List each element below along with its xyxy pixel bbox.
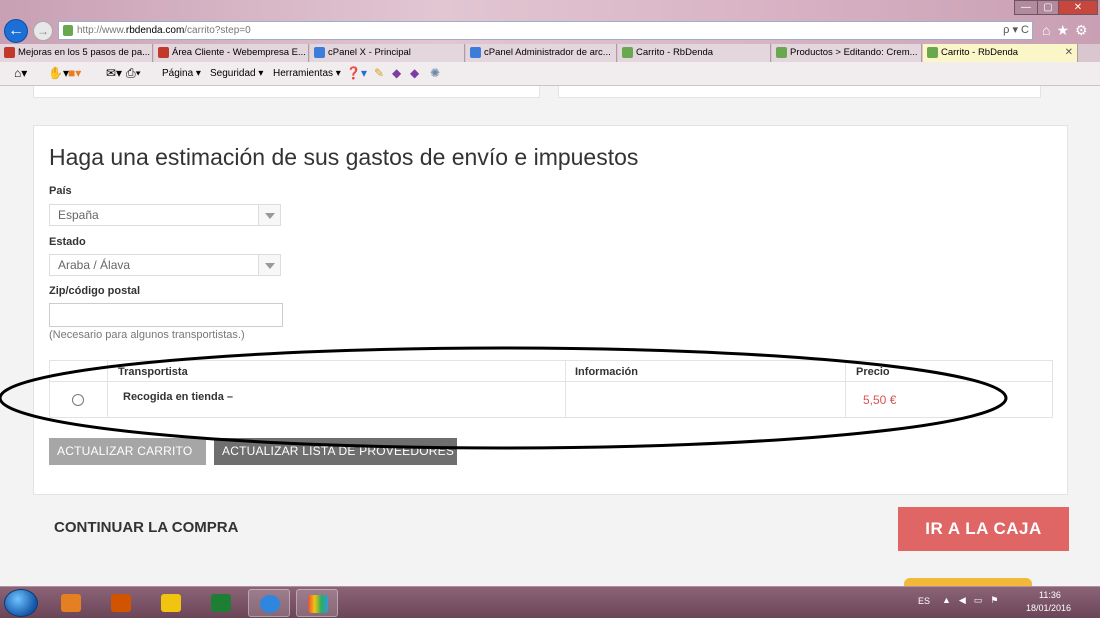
paint-icon — [308, 595, 328, 613]
tab-label: Carrito - RbDenda — [941, 47, 1019, 58]
header-carrier: Transportista — [118, 366, 188, 378]
app-icon — [111, 594, 131, 612]
taskbar-explorer[interactable] — [150, 589, 192, 617]
hand-icon[interactable]: ✋▾ — [48, 66, 69, 80]
start-button[interactable] — [4, 589, 38, 617]
ie-page-icon — [314, 47, 325, 58]
previous-section-box — [558, 86, 1041, 98]
webempresa-icon — [4, 47, 15, 58]
tab-label: Mejoras en los 5 pasos de pa... — [18, 47, 151, 58]
country-select[interactable]: España — [49, 204, 281, 226]
addon-icon[interactable]: ◆ — [392, 66, 401, 80]
carrier-name: Recogida en tienda – — [123, 391, 234, 403]
taskbar-app[interactable] — [100, 589, 142, 617]
carrier-price: 5,50 € — [863, 393, 897, 407]
continue-shopping-link[interactable]: CONTINUAR LA COMPRA — [54, 519, 238, 536]
url-prefix: http://www. — [77, 25, 126, 36]
update-carriers-button[interactable]: ACTUALIZAR LISTA DE PROVEEDORES — [214, 438, 457, 465]
tab-label: Carrito - RbDenda — [636, 47, 714, 58]
language-indicator[interactable]: ES — [918, 596, 930, 606]
tab-6[interactable]: Productos > Editando: Crem... — [772, 44, 922, 62]
taskbar-paint[interactable] — [296, 589, 338, 617]
chevron-down-icon — [258, 205, 280, 225]
state-select[interactable]: Araba / Álava — [49, 254, 281, 276]
taskbar-excel[interactable] — [200, 589, 242, 617]
minimize-button[interactable]: — — [1014, 0, 1038, 15]
rbdenda-icon — [927, 47, 938, 58]
rss-feed-icon[interactable]: ■▾ — [68, 66, 81, 80]
checkout-button[interactable]: IR A LA CAJA — [898, 507, 1069, 551]
country-value: España — [58, 208, 99, 222]
search-refresh-icon[interactable]: ρ ▾ C — [1003, 22, 1029, 39]
country-label: País — [49, 185, 72, 197]
header-information: Información — [575, 366, 638, 378]
rbdenda-icon — [776, 47, 787, 58]
state-value: Araba / Álava — [58, 258, 131, 272]
gear-addon-icon[interactable]: ✺ — [430, 66, 440, 80]
zip-label: Zip/código postal — [49, 285, 141, 297]
url-path: /carrito?step=0 — [184, 25, 251, 36]
windows-taskbar: ES ▲◀▭⚑ 11:36 18/01/2016 — [0, 586, 1100, 618]
menu-security[interactable]: Seguridad ▾ — [210, 68, 263, 79]
browser-titlebar: — ▢ ✕ ← → http://www.rbdenda.com/carrito… — [0, 0, 1100, 44]
tab-label: Productos > Editando: Crem... — [790, 47, 918, 58]
home-icon[interactable]: ⌂▾ — [14, 66, 27, 80]
excel-icon — [211, 594, 231, 612]
taskbar-media-player[interactable] — [50, 589, 92, 617]
mail-icon[interactable]: ✉▾ — [106, 66, 122, 80]
tab-label: Área Cliente - Webempresa E... — [172, 47, 306, 58]
clock-time: 11:36 — [1039, 590, 1061, 600]
clock-date: 18/01/2016 — [1026, 603, 1072, 613]
table-header-row: Transportista Información Precio — [50, 361, 1052, 382]
address-bar[interactable]: http://www.rbdenda.com/carrito?step=0 ρ … — [58, 21, 1033, 40]
url-host: rbdenda.com — [125, 25, 185, 36]
home-favorites-settings-icons[interactable]: ⌂★⚙ — [1042, 22, 1094, 39]
carrier-table: Transportista Información Precio Recogid… — [49, 360, 1053, 418]
panel-title: Haga una estimación de sus gastos de env… — [49, 144, 639, 170]
tab-label: cPanel Administrador de arc... — [484, 47, 611, 58]
tab-bar: Mejoras en los 5 pasos de pa... Área Cli… — [0, 44, 1100, 62]
extension-icon[interactable]: ✎ — [374, 66, 384, 80]
forward-button[interactable]: → — [33, 21, 53, 41]
maximize-button[interactable]: ▢ — [1037, 0, 1059, 15]
header-price: Precio — [856, 366, 890, 378]
menu-tools[interactable]: Herramientas ▾ — [273, 68, 341, 79]
carrier-radio[interactable] — [72, 394, 84, 406]
close-window-button[interactable]: ✕ — [1058, 0, 1098, 15]
tab-2[interactable]: Área Cliente - Webempresa E... — [154, 44, 309, 62]
print-icon[interactable]: ⎙▾ — [126, 66, 141, 81]
previous-section-box — [33, 86, 540, 98]
tab-label: cPanel X - Principal — [328, 47, 411, 58]
addon-icon[interactable]: ◆ — [410, 66, 419, 80]
webempresa-icon — [158, 47, 169, 58]
taskbar-internet-explorer[interactable] — [248, 589, 290, 617]
close-tab-icon[interactable]: ✕ — [1065, 44, 1073, 61]
tab-5[interactable]: Carrito - RbDenda — [618, 44, 771, 62]
ie-icon — [260, 595, 280, 613]
rbdenda-icon — [622, 47, 633, 58]
folder-icon — [161, 594, 181, 612]
page-content: Haga una estimación de sus gastos de env… — [0, 86, 1100, 588]
tab-3[interactable]: cPanel X - Principal — [310, 44, 465, 62]
menu-page[interactable]: Página ▾ — [162, 68, 201, 79]
help-icon[interactable]: ❓▾ — [346, 66, 367, 80]
state-label: Estado — [49, 236, 86, 248]
chevron-down-icon — [258, 255, 280, 275]
table-row[interactable]: Recogida en tienda – 5,50 € — [50, 382, 1052, 418]
update-cart-button[interactable]: ACTUALIZAR CARRITO — [49, 438, 206, 465]
shipping-estimate-panel: Haga una estimación de sus gastos de env… — [33, 125, 1068, 495]
media-player-icon — [61, 594, 81, 612]
zip-help-text: (Necesario para algunos transportistas.) — [49, 329, 245, 341]
zip-input[interactable] — [49, 303, 283, 327]
tab-4[interactable]: cPanel Administrador de arc... — [466, 44, 617, 62]
site-favicon-icon — [63, 25, 73, 36]
tab-1[interactable]: Mejoras en los 5 pasos de pa... — [0, 44, 153, 62]
back-button[interactable]: ← — [4, 19, 28, 43]
ie-page-icon — [470, 47, 481, 58]
tray-icons[interactable]: ▲◀▭⚑ — [942, 595, 1006, 606]
command-bar: ⌂▾ ✋▾ ■▾ ✉▾ ⎙▾ Página ▾ Seguridad ▾ Herr… — [0, 62, 1100, 86]
tab-7-active[interactable]: Carrito - RbDenda ✕ — [923, 44, 1078, 62]
